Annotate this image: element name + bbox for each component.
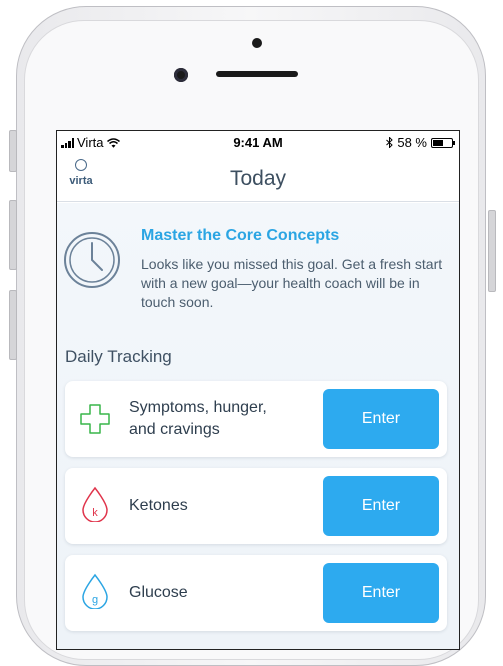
earpiece-speaker: [216, 71, 298, 77]
battery-percent: 58 %: [397, 135, 427, 150]
goal-title: Master the Core Concepts: [141, 227, 340, 244]
ketone-letter: k: [92, 507, 98, 519]
enter-symptoms-button[interactable]: Enter: [323, 389, 439, 449]
tracking-label: Glucose: [129, 584, 188, 601]
app-screen: Virta 9:41 AM 58 % virta Today Master th…: [56, 130, 460, 650]
enter-ketones-button[interactable]: Enter: [323, 476, 439, 536]
goal-description: Looks like you missed this goal. Get a f…: [141, 256, 443, 310]
ketone-drop-icon: k: [82, 486, 108, 522]
status-bar: Virta 9:41 AM 58 %: [57, 131, 459, 153]
proximity-sensor: [252, 38, 262, 48]
goal-card[interactable]: Master the Core Concepts Looks like you …: [57, 215, 459, 325]
tracking-card-ketones[interactable]: k Ketones Enter: [65, 468, 447, 544]
front-camera: [174, 68, 188, 82]
battery-group: 58 %: [386, 135, 455, 150]
page-title: Today: [229, 167, 287, 190]
enter-glucose-button[interactable]: Enter: [323, 563, 439, 623]
clock-icon: [64, 232, 120, 288]
bluetooth-icon: [386, 137, 394, 148]
tracking-label: Symptoms, hunger, and cravings: [129, 397, 267, 441]
tracking-card-glucose[interactable]: g Glucose Enter: [65, 555, 447, 631]
tracking-label-line2: and cravings: [129, 421, 220, 438]
volume-up-button: [9, 200, 17, 270]
plus-icon: [80, 404, 110, 434]
tracking-label-line1: Symptoms, hunger,: [129, 399, 267, 416]
nav-bar: virta Today: [57, 153, 459, 202]
power-button: [488, 210, 496, 292]
tracking-card-symptoms[interactable]: Symptoms, hunger, and cravings Enter: [65, 381, 447, 457]
battery-icon: [431, 137, 455, 148]
glucose-letter: g: [92, 594, 98, 606]
glucose-drop-icon: g: [82, 573, 108, 609]
volume-down-button: [9, 290, 17, 360]
tracking-label: Ketones: [129, 497, 188, 514]
section-title: Daily Tracking: [65, 347, 172, 366]
mute-switch: [9, 130, 17, 172]
